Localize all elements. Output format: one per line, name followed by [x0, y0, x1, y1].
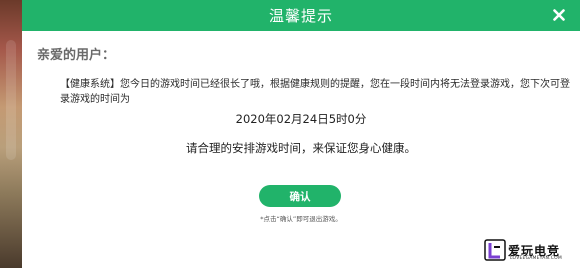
health-advice: 请合理的安排游戏时间，来保证您身心健康。: [186, 141, 416, 155]
close-icon: [553, 9, 565, 21]
close-button[interactable]: [548, 4, 570, 26]
game-background: [0, 0, 22, 268]
confirm-hint: *点击“确认”即可退出游戏。: [260, 215, 342, 223]
site-watermark: 爱玩电竞 LOVEEGAMEYAN.COM: [484, 236, 576, 264]
logo-icon: [484, 239, 506, 261]
next-login-datetime: 2020年02月24日5时0分: [235, 112, 367, 126]
screen: 温馨提示 亲爱的用户： 【健康系统】您今日的游戏时间已经很长了哦，根据健康规则的…: [0, 0, 580, 268]
watermark-domain: LOVEEGAMEYAN.COM: [510, 256, 562, 261]
health-reminder-dialog: 温馨提示 亲爱的用户： 【健康系统】您今日的游戏时间已经很长了哦，根据健康规则的…: [22, 0, 580, 268]
dialog-header: 温馨提示: [22, 0, 580, 31]
greeting-text: 亲爱的用户：: [37, 48, 116, 63]
dialog-title: 温馨提示: [268, 7, 333, 25]
confirm-button[interactable]: 确认: [259, 185, 341, 207]
health-message: 【健康系统】您今日的游戏时间已经很长了哦，根据健康规则的提醒，您在一段时间内将无…: [60, 79, 570, 105]
